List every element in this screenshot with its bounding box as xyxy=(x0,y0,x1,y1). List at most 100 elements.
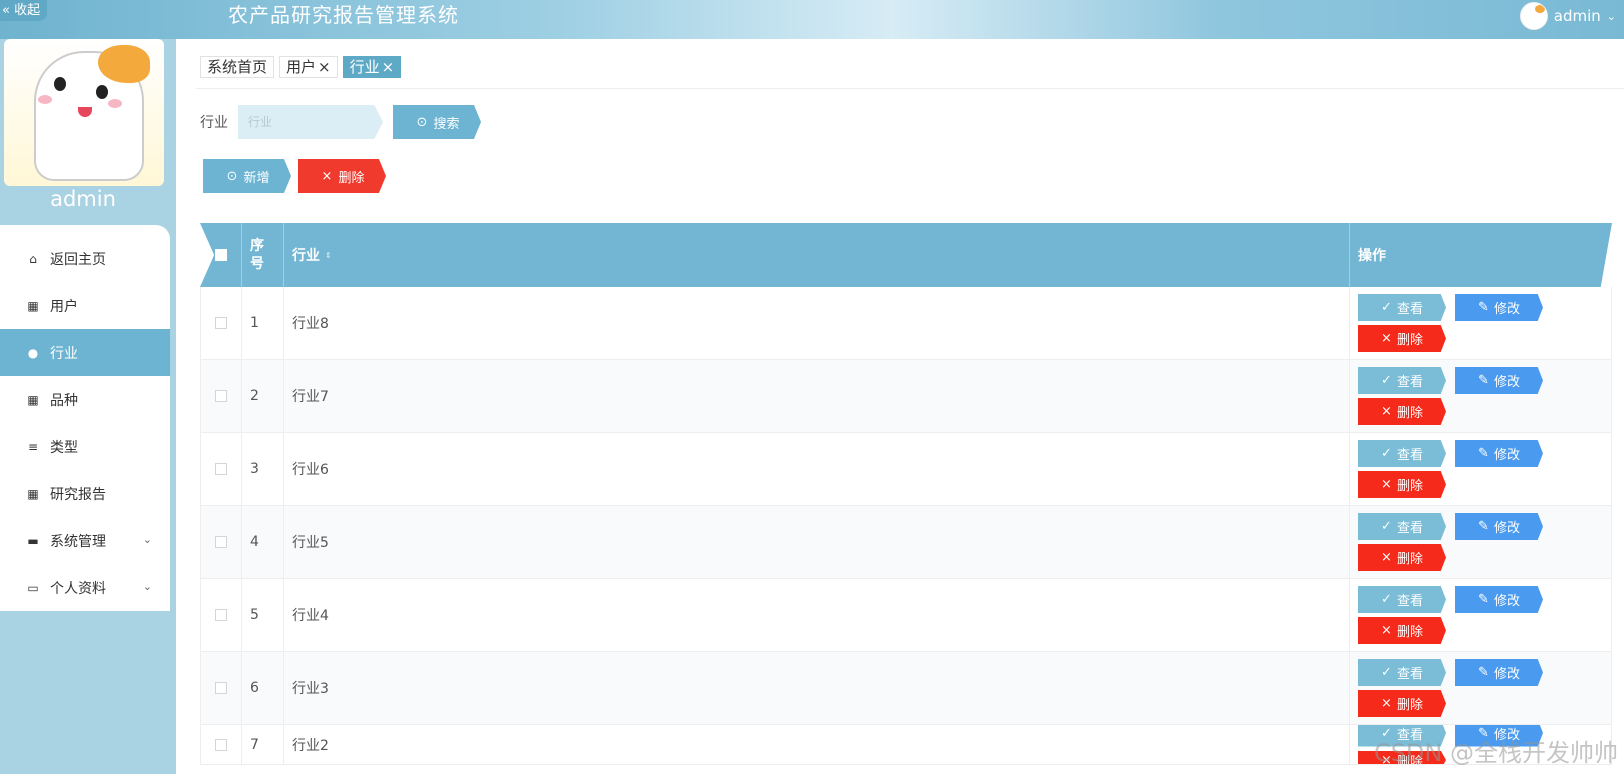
edit-icon: ✎ xyxy=(1478,592,1489,607)
sidebar-item-2[interactable]: ● 行业 xyxy=(0,329,170,376)
row-no: 7 xyxy=(242,725,284,764)
view-button[interactable]: ✓ 查看 xyxy=(1358,440,1446,467)
view-button[interactable]: ✓ 查看 xyxy=(1358,659,1446,686)
row-checkbox[interactable] xyxy=(215,317,227,329)
table-row: 4 行业5 ✓ 查看 ✎ 修改 × 删除 xyxy=(200,506,1612,579)
view-label: 查看 xyxy=(1396,375,1423,390)
row-checkbox[interactable] xyxy=(215,390,227,402)
sidebar-item-0[interactable]: ⌂ 返回主页 xyxy=(0,235,170,282)
sidebar-item-7[interactable]: ▭ 个人资料 ⌄ xyxy=(0,564,170,611)
row-checkbox-cell xyxy=(200,287,242,359)
row-checkbox[interactable] xyxy=(215,609,227,621)
edit-label: 修改 xyxy=(1493,302,1520,317)
header-no-label: 序号 xyxy=(250,238,264,272)
close-icon[interactable]: × xyxy=(382,58,395,76)
row-name: 行业6 xyxy=(284,433,1350,505)
edit-button[interactable]: ✎ 修改 xyxy=(1455,659,1543,686)
search-label: 行业 xyxy=(200,115,228,131)
watermark: CSDN @全栈开发帅帅 xyxy=(1373,739,1618,767)
row-checkbox-cell xyxy=(200,725,242,764)
edit-icon: ✎ xyxy=(1478,446,1489,461)
main-content: 系统首页用户×行业× 行业 ⊙ 搜索 ⊙ 新增 × 删除 序号 行业 xyxy=(176,39,1624,774)
delete-button[interactable]: × 删除 xyxy=(1358,471,1446,498)
tab-label: 用户 xyxy=(286,58,317,76)
row-actions: ✓ 查看 ✎ 修改 × 删除 xyxy=(1350,287,1612,359)
grid-icon: ▦ xyxy=(27,486,39,501)
sidebar-item-label: 个人资料 xyxy=(50,580,106,597)
tab-1[interactable]: 用户 × xyxy=(279,56,338,78)
edit-label: 修改 xyxy=(1493,448,1520,463)
sort-icon[interactable]: ⇕ xyxy=(325,251,332,260)
tab-0[interactable]: 系统首页 xyxy=(200,56,275,78)
sliders-icon: ≡ xyxy=(27,439,39,454)
row-name: 行业4 xyxy=(284,579,1350,651)
batch-delete-button[interactable]: × 删除 xyxy=(298,159,386,193)
delete-button[interactable]: × 删除 xyxy=(1358,325,1446,352)
sidebar-menu: ⌂ 返回主页 ▦ 用户 ● 行业 ▦ 品种 ≡ 类型 ▦ 研究报告 ▬ 系统管理 ⌄ ▭ 个人资料 ⌄ xyxy=(0,225,170,611)
row-checkbox[interactable] xyxy=(215,536,227,548)
sidebar-avatar-image xyxy=(4,39,164,186)
delete-label: 删除 xyxy=(1396,333,1423,348)
row-checkbox[interactable] xyxy=(215,738,227,751)
sidebar-item-3[interactable]: ▦ 品种 xyxy=(0,376,170,423)
batch-delete-label: 删除 xyxy=(338,170,365,186)
table-row: 3 行业6 ✓ 查看 ✎ 修改 × 删除 xyxy=(200,433,1612,506)
search-input[interactable] xyxy=(238,105,383,139)
table-row: 5 行业4 ✓ 查看 ✎ 修改 × 删除 xyxy=(200,579,1612,652)
tab-2[interactable]: 行业 × xyxy=(342,56,402,78)
row-checkbox[interactable] xyxy=(215,682,227,694)
row-name: 行业3 xyxy=(284,652,1350,724)
check-icon: ✓ xyxy=(1381,446,1392,461)
search-button[interactable]: ⊙ 搜索 xyxy=(393,105,481,139)
sidebar-item-1[interactable]: ▦ 用户 xyxy=(0,282,170,329)
view-button[interactable]: ✓ 查看 xyxy=(1358,513,1446,540)
delete-button[interactable]: × 删除 xyxy=(1358,398,1446,425)
sidebar-item-label: 行业 xyxy=(50,345,78,362)
view-button[interactable]: ✓ 查看 xyxy=(1358,586,1446,613)
close-icon[interactable]: × xyxy=(318,58,331,76)
row-checkbox-cell xyxy=(200,652,242,724)
row-action-line: ✓ 查看 ✎ 修改 xyxy=(1358,440,1543,467)
edit-label: 修改 xyxy=(1493,375,1520,390)
delete-label: 删除 xyxy=(1396,552,1423,567)
sidebar-item-4[interactable]: ≡ 类型 xyxy=(0,423,170,470)
delete-label: 删除 xyxy=(1396,406,1423,421)
sidebar-item-label: 品种 xyxy=(50,392,78,409)
edit-button[interactable]: ✎ 修改 xyxy=(1455,586,1543,613)
row-checkbox[interactable] xyxy=(215,463,227,475)
delete-button[interactable]: × 删除 xyxy=(1358,617,1446,644)
check-icon: ✓ xyxy=(1381,592,1392,607)
delete-button[interactable]: × 删除 xyxy=(1358,544,1446,571)
select-all-checkbox[interactable] xyxy=(214,249,227,261)
close-icon: × xyxy=(1381,477,1392,492)
top-header: « 收起 农产品研究报告管理系统 admin ⌄ xyxy=(0,0,1624,39)
briefcase-icon: ▬ xyxy=(27,533,39,548)
collapse-sidebar-button[interactable]: « 收起 xyxy=(0,0,48,21)
row-action-line: ✓ 查看 ✎ 修改 xyxy=(1358,513,1543,540)
row-actions: ✓ 查看 ✎ 修改 × 删除 xyxy=(1350,433,1612,505)
view-button[interactable]: ✓ 查看 xyxy=(1358,367,1446,394)
edit-button[interactable]: ✎ 修改 xyxy=(1455,294,1543,321)
edit-icon: ✎ xyxy=(1478,300,1489,315)
delete-label: 删除 xyxy=(1396,479,1423,494)
sidebar-item-6[interactable]: ▬ 系统管理 ⌄ xyxy=(0,517,170,564)
close-icon: × xyxy=(1381,550,1392,565)
sidebar-item-5[interactable]: ▦ 研究报告 xyxy=(0,470,170,517)
header-name[interactable]: 行业 ⇕ xyxy=(284,223,1350,287)
chevron-down-icon: ⌄ xyxy=(142,533,152,546)
edit-label: 修改 xyxy=(1493,594,1520,609)
edit-button[interactable]: ✎ 修改 xyxy=(1455,367,1543,394)
header-no: 序号 xyxy=(242,223,284,287)
delete-label: 删除 xyxy=(1396,698,1423,713)
row-name: 行业5 xyxy=(284,506,1350,578)
edit-button[interactable]: ✎ 修改 xyxy=(1455,440,1543,467)
row-actions: ✓ 查看 ✎ 修改 × 删除 xyxy=(1350,360,1612,432)
chevron-down-icon: ⌄ xyxy=(1606,9,1616,23)
user-menu[interactable]: admin ⌄ xyxy=(1519,2,1616,30)
add-button[interactable]: ⊙ 新增 xyxy=(203,159,291,193)
app-title: 农产品研究报告管理系统 xyxy=(228,3,459,27)
edit-button[interactable]: ✎ 修改 xyxy=(1455,513,1543,540)
view-button[interactable]: ✓ 查看 xyxy=(1358,294,1446,321)
row-checkbox-cell xyxy=(200,360,242,432)
delete-button[interactable]: × 删除 xyxy=(1358,690,1446,717)
